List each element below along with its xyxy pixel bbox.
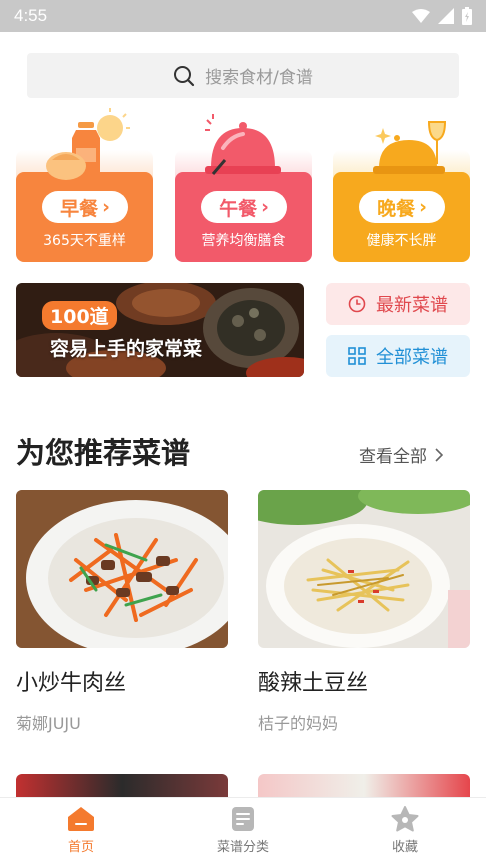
search-placeholder: 搜索食材/食谱 [205, 68, 313, 88]
recipe-image-beef[interactable] [16, 490, 228, 648]
latest-recipes-button[interactable]: 最新菜谱 [326, 283, 470, 325]
star-icon [391, 806, 419, 832]
recipe-card-peek[interactable] [258, 774, 470, 798]
breakfast-button[interactable]: 早餐 › [42, 191, 128, 223]
banner-food-image [16, 283, 304, 377]
search-icon [174, 65, 195, 86]
all-recipes-button[interactable]: 全部菜谱 [326, 335, 470, 377]
battery-icon [462, 7, 472, 25]
document-icon [232, 807, 254, 831]
status-bar: 4:55 [0, 0, 486, 32]
view-all-link[interactable]: 查看全部 [359, 442, 443, 467]
search-bar[interactable]: 搜索食材/食谱 [27, 53, 459, 98]
banner-title: 容易上手的家常菜 [50, 338, 203, 360]
home-icon [68, 807, 94, 831]
clock-icon [348, 295, 366, 313]
recommend-title: 为您推荐菜谱 [16, 436, 191, 470]
recipe-author: 菊娜JUJU [16, 714, 81, 733]
recipe-image-potato[interactable] [258, 490, 470, 648]
recipe-author: 桔子的妈妈 [258, 714, 339, 733]
recipe-card-peek[interactable] [16, 774, 228, 798]
meal-card-lunch[interactable]: 午餐 › 营养均衡膳食 [175, 108, 312, 262]
lunch-subtitle: 营养均衡膳食 [201, 233, 286, 249]
banner-count-badge: 100道 [42, 301, 117, 330]
signal-icon [438, 8, 454, 24]
tab-recipe-categories[interactable]: 菜谱分类 [162, 798, 324, 864]
grid-icon [348, 347, 366, 365]
wifi-icon [412, 9, 430, 23]
breakfast-icon [46, 108, 130, 180]
breakfast-subtitle: 365天不重样 [43, 233, 126, 249]
dinner-button[interactable]: 晚餐 › [359, 191, 445, 223]
recipe-name: 酸辣土豆丝 [258, 671, 369, 696]
recipe-card[interactable]: 小炒牛肉丝 菊娜JUJU [16, 490, 228, 734]
meal-card-dinner[interactable]: 晚餐 › 健康不长胖 [333, 108, 470, 262]
recipe-card[interactable]: 酸辣土豆丝 桔子的妈妈 [258, 490, 470, 734]
dinner-icon [373, 121, 447, 174]
lunch-cloche-icon [205, 114, 281, 175]
recipe-name: 小炒牛肉丝 [16, 671, 127, 696]
meal-cards: 早餐 › 365天不重样 午餐 › 营养均衡膳食 晚餐 › 健康不长胖 [16, 108, 470, 262]
chevron-right-icon [435, 447, 443, 462]
lunch-button[interactable]: 午餐 › [201, 191, 287, 223]
meal-card-breakfast[interactable]: 早餐 › 365天不重样 [16, 108, 153, 262]
bottom-tab-bar: 首页 菜谱分类 收藏 [0, 797, 486, 864]
status-time: 4:55 [14, 6, 48, 25]
tab-favorites[interactable]: 收藏 [324, 798, 486, 864]
home-cooking-banner[interactable]: 100道 容易上手的家常菜 [16, 283, 304, 377]
dinner-subtitle: 健康不长胖 [366, 233, 437, 249]
tab-home[interactable]: 首页 [0, 798, 162, 864]
